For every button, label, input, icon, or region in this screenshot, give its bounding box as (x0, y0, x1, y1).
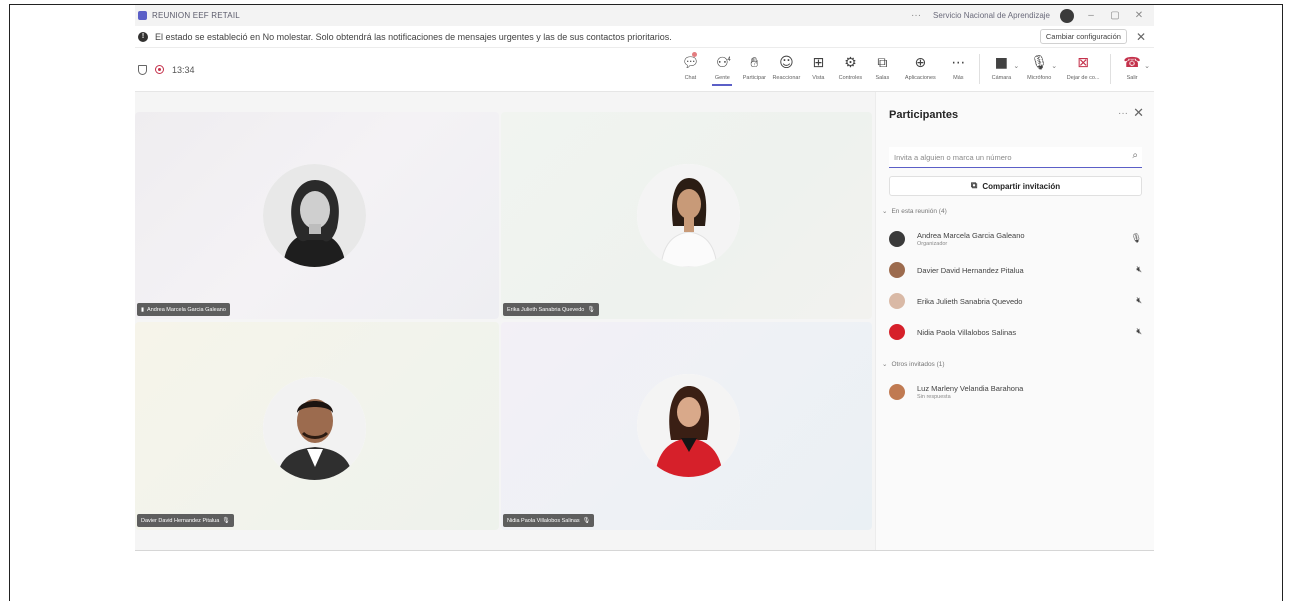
mic-icon: 🎙︎ (222, 518, 230, 524)
stop-share-icon: ⊠ (1077, 54, 1089, 71)
share-invite-button[interactable]: ⧉ Compartir invitación (889, 176, 1142, 196)
avatar (889, 384, 905, 400)
panel-title: Participantes (889, 109, 959, 121)
recording-icon (155, 65, 164, 74)
stop-sharing-button[interactable]: ⊠ Dejar de co... (1061, 54, 1105, 81)
participant-photo (263, 164, 366, 267)
leave-button[interactable]: ☎ Salir (1116, 54, 1148, 81)
rooms-button[interactable]: ⧉ Salas (866, 54, 898, 81)
toolbar-divider (979, 53, 981, 84)
invite-input[interactable] (889, 147, 1142, 168)
participant-row[interactable]: Davier David Hernandez Pitalua 🔇︎ (889, 258, 1142, 282)
microphone-icon: 🎙︎ (1130, 234, 1142, 244)
participant-row[interactable]: Luz Marleny Velandia Barahona Sin respue… (889, 380, 1142, 404)
participant-row[interactable]: Andrea Marcela Garcia Galeano Organizado… (889, 227, 1142, 251)
chat-button[interactable]: 💬︎ Chat (674, 51, 706, 81)
people-count: 4 (727, 56, 731, 63)
mic-icon: 🎙︎ (582, 518, 591, 524)
hand-icon: ✋︎ (750, 54, 759, 71)
maximize-button[interactable]: ▢ (1108, 10, 1122, 21)
video-tile[interactable]: Davier David Hernandez Pitalua 🎙︎ (135, 322, 499, 530)
avatar (889, 324, 905, 340)
chat-badge (692, 51, 698, 57)
participant-photo (263, 377, 366, 480)
user-avatar[interactable] (1060, 8, 1074, 23)
mic-icon: 🎙︎ (587, 307, 595, 313)
participant-photo (637, 164, 740, 267)
mic-off-icon: 🔇︎ (1136, 296, 1142, 306)
others-section-header[interactable]: ⌄ Otros invitados (1) (882, 360, 945, 369)
chevron-down-icon: ⌄ (882, 208, 888, 215)
mic-off-icon: 🔇︎ (1136, 265, 1142, 275)
avatar (889, 293, 905, 309)
camera-off-icon: ■ (994, 54, 1008, 71)
teams-logo-icon (138, 11, 147, 20)
panel-more-icon[interactable]: ··· (1118, 108, 1128, 119)
shield-icon (138, 64, 147, 75)
more-button[interactable]: ⋯ Más (942, 54, 974, 81)
rooms-icon: ⧉ (877, 54, 888, 71)
participant-name-tag: Nidia Paola Villalobos Salinas 🎙︎ (503, 514, 595, 527)
search-icon[interactable]: ⌕ (1132, 150, 1138, 161)
controls-icon: ⚙ (844, 54, 857, 71)
window-title: REUNION EEF RETAIL (152, 11, 240, 20)
toolbar-divider (1110, 53, 1112, 84)
participants-panel: Participantes ··· ✕ ⌕ ⧉ Compartir invita… (875, 92, 1154, 550)
grid-view-icon: ⊞ (812, 54, 825, 71)
panel-close-icon[interactable]: ✕ (1133, 105, 1144, 121)
video-grid: ▮ Andrea Marcela Garcia Galeano Erika Ju… (135, 112, 872, 530)
teams-window: REUNION EEF RETAIL ··· Servicio Nacional… (135, 5, 1154, 551)
view-button[interactable]: ⊞ Vista (802, 54, 834, 81)
people-button[interactable]: ⚇ 4 Gente (706, 54, 738, 86)
notification-banner: ! El estado se estableció en No molestar… (135, 26, 1154, 48)
video-tile[interactable]: Nidia Paola Villalobos Salinas 🎙︎ (501, 322, 872, 530)
title-bar: REUNION EEF RETAIL ··· Servicio Nacional… (135, 5, 1154, 26)
participant-row[interactable]: Nidia Paola Villalobos Salinas 🔇︎ (889, 320, 1142, 344)
mic-button[interactable]: 🎙︎ Micrófono (1023, 54, 1055, 81)
hang-up-icon: ☎ (1123, 54, 1141, 71)
react-button[interactable]: ☺ Reaccionar (770, 54, 802, 81)
participant-photo (637, 374, 740, 477)
minimize-button[interactable]: – (1084, 10, 1098, 21)
smiley-icon: ☺ (779, 54, 794, 71)
org-name: Servicio Nacional de Aprendizaje (933, 11, 1050, 20)
meeting-toolbar: 13:34 💬︎ Chat ⚇ 4 Gente ✋︎ Participar ☺ … (135, 48, 1154, 92)
avatar (889, 262, 905, 278)
participant-row[interactable]: Erika Julieth Sanabria Quevedo 🔇︎ (889, 289, 1142, 313)
video-tile[interactable]: Erika Julieth Sanabria Quevedo 🎙︎ (501, 112, 872, 319)
banner-text: El estado se estableció en No molestar. … (155, 31, 672, 42)
add-app-icon: ⊕ (914, 54, 927, 71)
controls-button[interactable]: ⚙ Controles (834, 54, 866, 81)
raise-hand-button[interactable]: ✋︎ Participar (738, 54, 770, 81)
chat-icon: 💬︎ (681, 54, 700, 71)
participant-name-tag: ▮ Andrea Marcela Garcia Galeano (137, 303, 230, 316)
more-icon[interactable]: ··· (909, 10, 923, 21)
video-tile[interactable]: ▮ Andrea Marcela Garcia Galeano (135, 112, 499, 319)
chevron-down-icon: ⌄ (882, 361, 888, 368)
participant-name-tag: Davier David Hernandez Pitalua 🎙︎ (137, 514, 234, 527)
banner-close-icon[interactable]: ✕ (1136, 30, 1146, 44)
participant-name-tag: Erika Julieth Sanabria Quevedo 🎙︎ (503, 303, 599, 316)
apps-button[interactable]: ⊕ Aplicaciones (898, 54, 942, 81)
copy-icon: ⧉ (970, 181, 978, 191)
ellipsis-icon: ⋯ (951, 54, 966, 71)
mic-off-icon: 🔇︎ (1136, 327, 1142, 337)
change-settings-button[interactable]: Cambiar configuración (1039, 29, 1127, 44)
avatar (889, 231, 905, 247)
in-meeting-section-header[interactable]: ⌄ En esta reunión (4) (882, 207, 947, 216)
close-window-button[interactable]: ✕ (1132, 10, 1146, 21)
signal-icon: ▮ (141, 306, 145, 313)
microphone-icon: 🎙︎ (1030, 54, 1049, 71)
meeting-timer: 13:34 (172, 64, 195, 75)
camera-button[interactable]: ■ Cámara (985, 54, 1017, 81)
info-icon: ! (138, 31, 148, 42)
